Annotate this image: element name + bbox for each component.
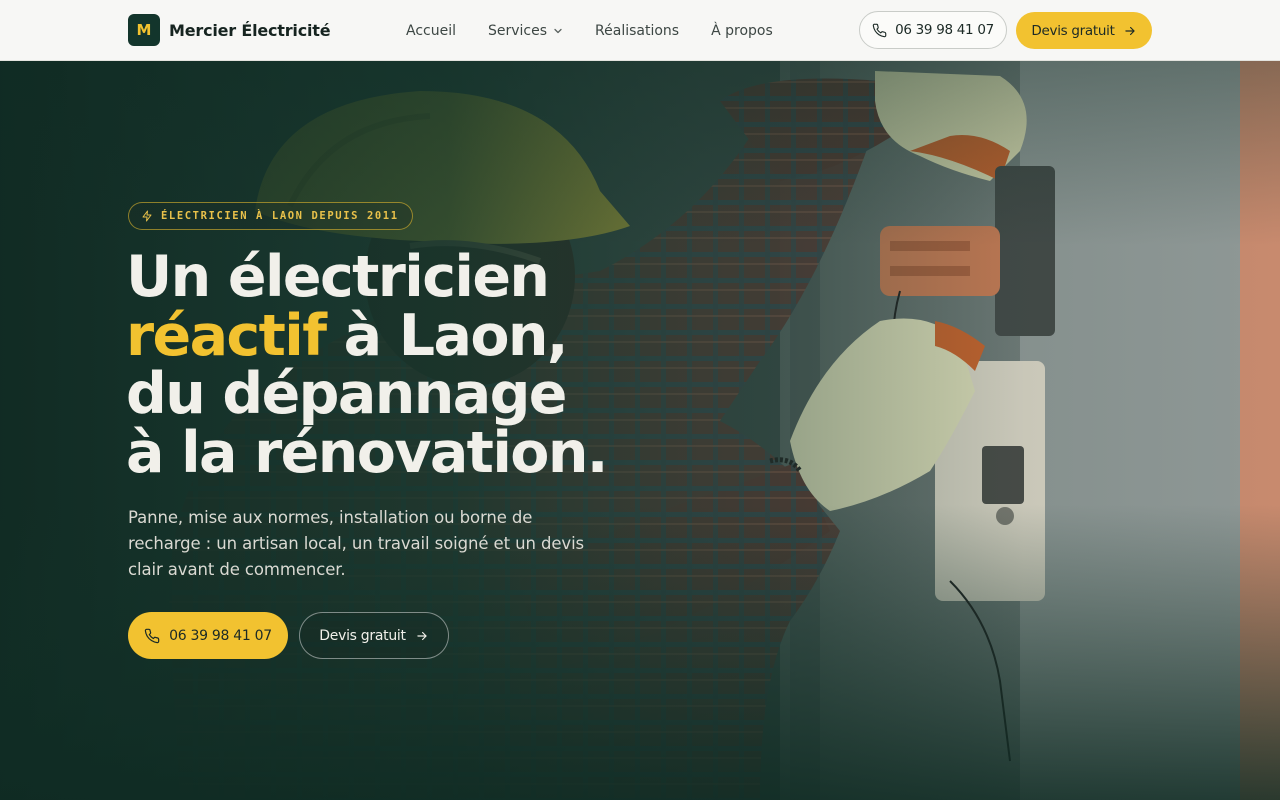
nav-item-accueil[interactable]: Accueil [406, 23, 456, 39]
header-quote-button[interactable]: Devis gratuit [1016, 12, 1152, 49]
arrow-right-icon [1124, 26, 1135, 35]
nav-item-realisations[interactable]: Réalisations [595, 23, 679, 39]
hero-headline: Un électricien réactif à Laon, du dépann… [126, 248, 826, 482]
hero-phone-button[interactable]: 06 39 98 41 07 [128, 612, 288, 659]
headline-line-2: à Laon, [325, 302, 569, 369]
chevron-down-icon [554, 28, 562, 33]
headline-line-4: à la rénovation. [126, 419, 608, 486]
nav-item-label: À propos [711, 22, 773, 39]
hero-section: ÉLECTRICIEN À LAON DEPUIS 2011 Un électr… [0, 61, 1280, 800]
site-header: M Mercier Électricité Accueil Services R… [0, 0, 1280, 61]
lightning-icon [142, 210, 152, 222]
phone-icon [872, 23, 887, 37]
nav-item-a-propos[interactable]: À propos [711, 23, 773, 39]
headline-line-3: du dépannage [126, 361, 567, 427]
main-nav: Accueil Services Réalisations À propos [406, 0, 805, 61]
header-phone-label: 06 39 98 41 07 [895, 22, 994, 38]
hero-badge: ÉLECTRICIEN À LAON DEPUIS 2011 [128, 202, 413, 230]
brand-name: Mercier Électricité [169, 20, 331, 40]
nav-item-label: Accueil [406, 22, 456, 39]
headline-accent: réactif [126, 302, 327, 369]
hero-quote-label: Devis gratuit [319, 627, 406, 644]
nav-item-label: Services [488, 22, 548, 39]
nav-item-services[interactable]: Services [488, 23, 563, 39]
header-quote-label: Devis gratuit [1031, 22, 1115, 39]
hero-phone-label: 06 39 98 41 07 [169, 627, 272, 644]
headline-line-1: Un électricien [126, 244, 550, 310]
phone-icon [144, 628, 160, 643]
header-phone-button[interactable]: 06 39 98 41 07 [859, 11, 1007, 49]
brand-logo[interactable]: M Mercier Électricité [128, 14, 331, 46]
logo-mark: M [128, 14, 160, 46]
hero-lede: Panne, mise aux normes, installation ou … [128, 508, 585, 579]
hero-quote-button[interactable]: Devis gratuit [299, 612, 449, 659]
arrow-right-icon [417, 631, 427, 640]
nav-item-label: Réalisations [595, 22, 680, 39]
hero-badge-text: ÉLECTRICIEN À LAON DEPUIS 2011 [161, 210, 399, 222]
